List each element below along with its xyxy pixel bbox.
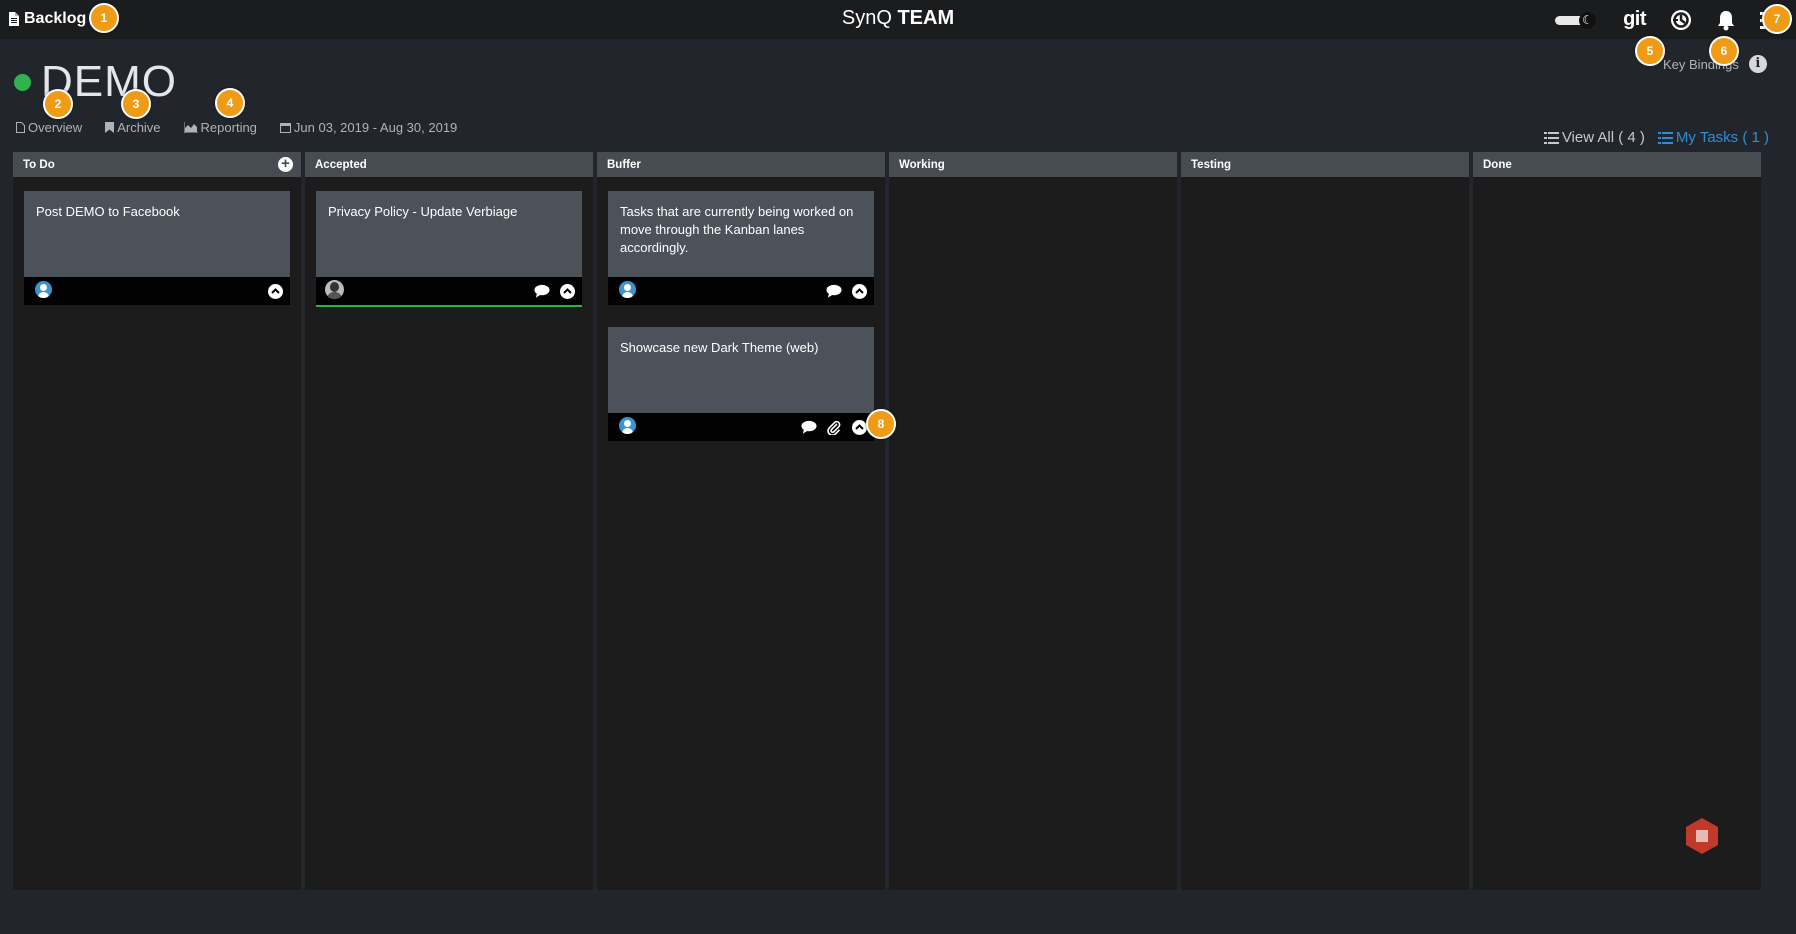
reporting-link[interactable]: Reporting (183, 120, 257, 135)
card-title: Post DEMO to Facebook (24, 191, 290, 277)
lane-buffer: Buffer Tasks that are currently being wo… (597, 152, 885, 890)
backlog-link[interactable]: Backlog (8, 10, 86, 28)
user-avatar[interactable] (325, 280, 344, 299)
lane-title: To Do (23, 159, 55, 171)
document-icon (16, 122, 25, 133)
card-actions (267, 283, 283, 299)
user-avatar-icon[interactable] (35, 281, 52, 298)
backlog-label: Backlog (24, 10, 87, 27)
card-title: Privacy Policy - Update Verbiage (316, 191, 582, 277)
annotation-badge: 5 (1635, 36, 1665, 66)
card-actions (534, 283, 575, 299)
lane-header: To Do + (13, 152, 301, 177)
stop-recording-button[interactable] (1685, 817, 1719, 855)
annotation-badge: 2 (43, 89, 73, 119)
list-icon (1657, 131, 1673, 144)
annotation-badge: 7 (1762, 4, 1792, 34)
task-card[interactable]: Showcase new Dark Theme (web) (608, 327, 874, 441)
brand-light: SynQ (841, 7, 892, 29)
lane-header: Done (1473, 152, 1761, 177)
paperclip-icon[interactable] (826, 419, 842, 435)
lane-todo: To Do + Post DEMO to Facebook (13, 152, 301, 890)
bookmark-icon (105, 122, 115, 133)
card-actions (826, 283, 867, 299)
top-right-controls: ☾ git (1555, 8, 1778, 31)
task-card[interactable]: Privacy Policy - Update Verbiage (316, 191, 582, 307)
lane-title: Accepted (315, 159, 367, 171)
annotation-badge: 6 (1709, 36, 1739, 66)
bell-icon[interactable] (1716, 9, 1736, 31)
stop-icon (1686, 818, 1718, 854)
lane-working: Working (889, 152, 1177, 890)
user-avatar-icon[interactable] (619, 281, 636, 298)
comment-icon[interactable] (826, 283, 842, 299)
chevron-up-icon[interactable] (559, 283, 575, 299)
card-actions (801, 419, 867, 435)
chevron-up-icon[interactable] (267, 283, 283, 299)
lane-title: Working (899, 159, 945, 171)
annotation-badge: 3 (121, 89, 151, 119)
lane-header: Buffer (597, 152, 885, 177)
top-bar: Backlog SynQ TEAM ☾ git (0, 0, 1796, 39)
app-brand: SynQ TEAM (0, 7, 1796, 30)
card-title: Tasks that are currently being worked on… (608, 191, 874, 277)
annotation-badge: 8 (866, 409, 896, 439)
card-footer (24, 277, 290, 305)
lane-header: Accepted (305, 152, 593, 177)
overview-label: Overview (28, 120, 83, 135)
add-task-button[interactable]: + (278, 156, 293, 172)
lane-done: Done (1473, 152, 1761, 890)
comment-icon[interactable] (534, 283, 550, 299)
archive-link[interactable]: Archive (105, 120, 161, 135)
calendar-icon (279, 123, 291, 133)
kanban-board: To Do + Post DEMO to Facebook Accepted P… (13, 152, 1761, 890)
card-title: Showcase new Dark Theme (web) (608, 327, 874, 413)
chevron-up-icon[interactable] (851, 283, 867, 299)
reporting-label: Reporting (200, 120, 257, 135)
theme-toggle[interactable]: ☾ (1555, 11, 1599, 29)
brand-bold: TEAM (897, 7, 955, 29)
info-icon: i (1748, 55, 1767, 73)
project-subnav: Overview Archive Reporting Jun 03, 2019 … (16, 120, 457, 135)
task-card[interactable]: Post DEMO to Facebook (24, 191, 290, 305)
task-card[interactable]: Tasks that are currently being worked on… (608, 191, 874, 305)
my-tasks-label: My Tasks ( 1 ) (1675, 129, 1769, 146)
view-all-link[interactable]: View All ( 4 ) (1543, 129, 1645, 146)
list-icon (1543, 131, 1559, 144)
moon-icon: ☾ (1579, 11, 1597, 29)
comment-icon[interactable] (801, 419, 817, 435)
area-chart-icon (183, 122, 198, 133)
annotation-badge: 4 (215, 88, 245, 118)
overview-link[interactable]: Overview (16, 120, 82, 135)
document-icon (9, 12, 19, 26)
history-icon[interactable] (1670, 9, 1692, 31)
lane-accepted: Accepted Privacy Policy - Update Verbiag… (305, 152, 593, 890)
view-all-label: View All ( 4 ) (1561, 129, 1645, 146)
annotation-badge: 1 (89, 3, 119, 33)
lane-testing: Testing (1181, 152, 1469, 890)
my-tasks-link[interactable]: My Tasks ( 1 ) (1657, 129, 1769, 146)
lane-title: Buffer (607, 159, 641, 171)
project-status-dot (14, 74, 31, 91)
lane-header: Testing (1181, 152, 1469, 177)
view-filters: View All ( 4 ) My Tasks ( 1 ) (1543, 129, 1769, 146)
git-icon[interactable]: git (1623, 8, 1646, 31)
date-range: Jun 03, 2019 - Aug 30, 2019 (279, 120, 458, 135)
archive-label: Archive (117, 120, 161, 135)
lane-title: Testing (1191, 159, 1232, 171)
lane-header: Working (889, 152, 1177, 177)
lane-title: Done (1483, 159, 1512, 171)
card-footer (316, 277, 582, 307)
user-avatar-icon[interactable] (619, 417, 636, 434)
card-footer (608, 277, 874, 305)
chevron-up-icon[interactable] (851, 419, 867, 435)
date-range-label: Jun 03, 2019 - Aug 30, 2019 (293, 120, 458, 135)
card-footer (608, 413, 874, 441)
